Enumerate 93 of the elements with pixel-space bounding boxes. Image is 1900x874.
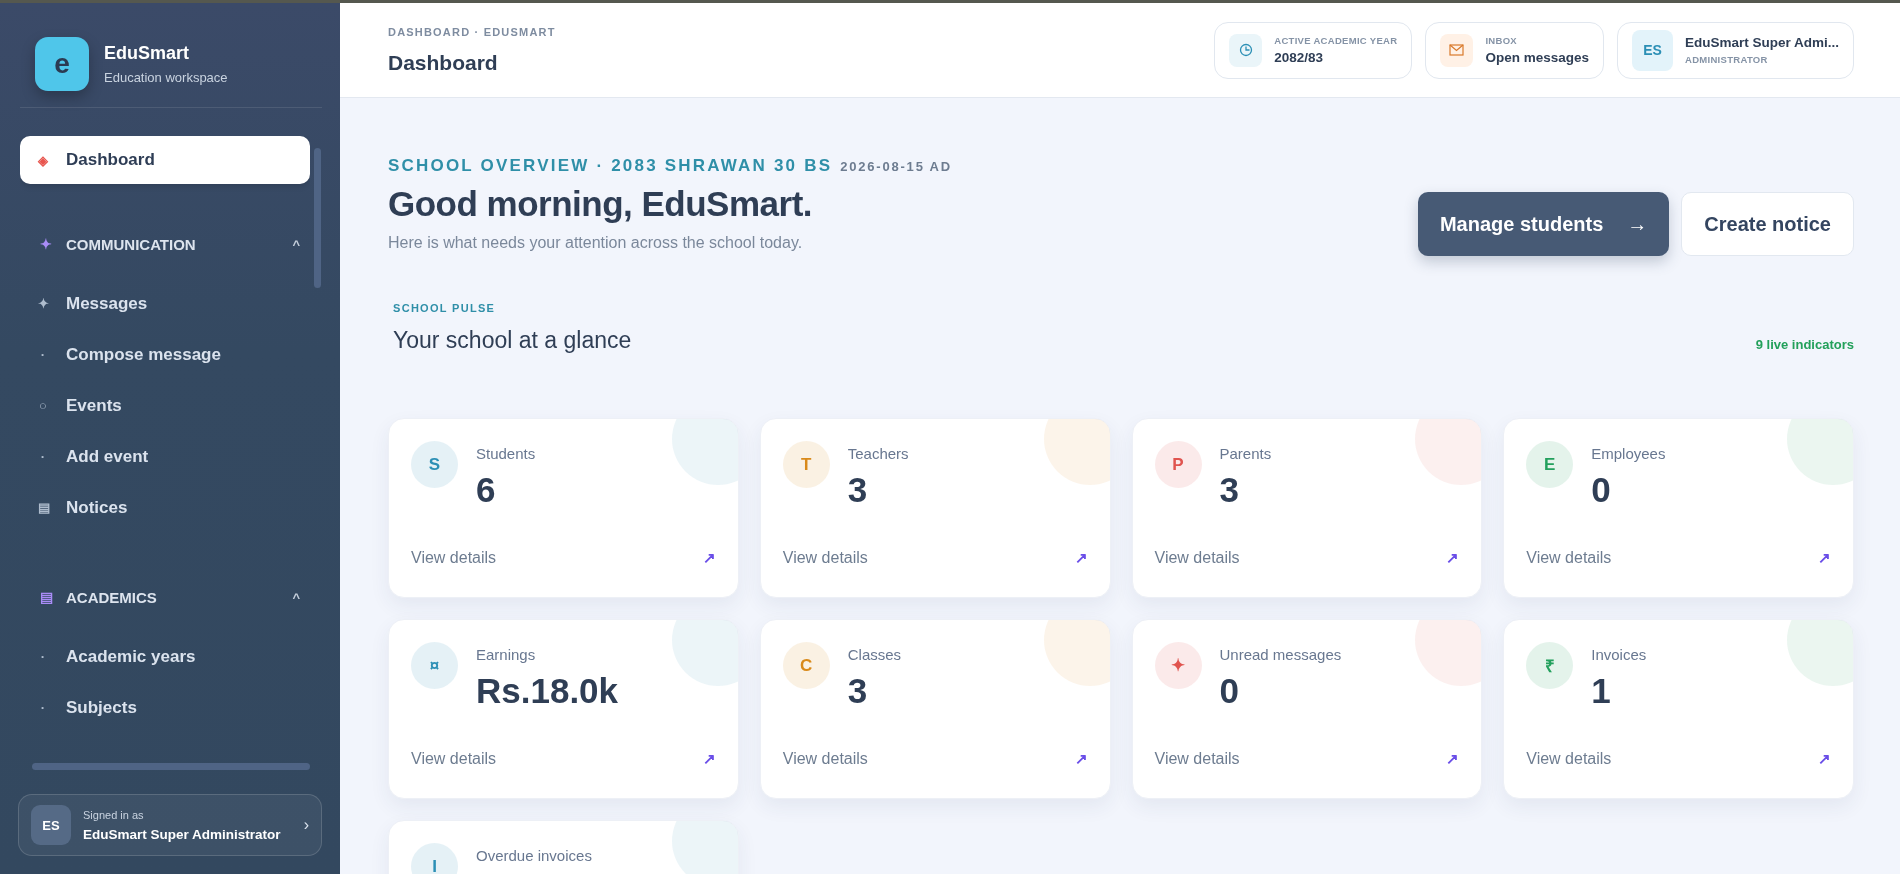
arrow-icon: ↗ — [702, 549, 716, 567]
stat-value: 3 — [1219, 470, 1240, 510]
stat-avatar: E — [1526, 441, 1574, 488]
user-name: EduSmart Super Admi... — [1684, 35, 1839, 50]
chevron-icon: › — [303, 816, 309, 834]
user-menu[interactable]: ES EduSmart Super Admi... ADMINISTRATOR — [1616, 21, 1854, 79]
clock-icon — [1229, 33, 1263, 67]
avatar: ES — [31, 805, 71, 845]
stat-card[interactable]: T Teachers 3 View details ↗ — [759, 418, 1111, 598]
user-card[interactable]: ES Signed in as EduSmart Super Administrator › — [18, 794, 322, 856]
arrow-icon: ↗ — [1446, 750, 1460, 768]
page-title: Dashboard — [388, 50, 499, 75]
greeting-heading: Good morning, EduSmart. — [388, 184, 814, 224]
stat-avatar: ₹ — [1526, 642, 1574, 689]
view-details-link[interactable]: View details — [782, 750, 868, 768]
pill-label: INBOX — [1485, 35, 1518, 46]
sidebar-item[interactable]: ◈ Dashboard — [20, 136, 310, 184]
avatar: ES — [1631, 29, 1673, 71]
stat-label: Parents — [1219, 445, 1272, 462]
view-details-link[interactable]: View details — [1154, 549, 1240, 567]
sidebar-item[interactable]: · Compose message — [20, 329, 310, 380]
sidebar-item[interactable]: ○ Events — [20, 380, 310, 431]
sidebar-item[interactable]: · Subjects — [20, 682, 310, 733]
section-title: Your school at a glance — [393, 327, 632, 354]
section-header[interactable]: ✦ COMMUNICATION ^ — [20, 220, 310, 268]
arrow-icon: ↗ — [1074, 549, 1088, 567]
pill-value: Open messages — [1485, 50, 1589, 65]
sidebar-item[interactable]: · Academic years — [20, 631, 310, 682]
stat-avatar: C — [782, 642, 830, 689]
stat-avatar: I — [411, 843, 458, 874]
live-indicator-count: 9 live indicators — [1755, 337, 1854, 354]
overview-eyebrow: SCHOOL OVERVIEW · 2083 SHRAWAN 30 BS — [388, 156, 833, 176]
stat-label: Classes — [847, 646, 902, 663]
stat-label: Unread messages — [1219, 646, 1342, 663]
stat-label: Students — [476, 445, 536, 462]
stat-avatar: S — [411, 441, 458, 488]
stat-value: 6 — [476, 470, 497, 510]
stat-card[interactable]: I Overdue invoices — [388, 820, 739, 874]
stat-card[interactable]: ₹ Invoices 1 View details ↗ — [1503, 619, 1854, 799]
greeting-subtitle: Here is what needs your attention across the school today. — [388, 234, 804, 252]
logo-icon: e — [35, 37, 89, 91]
arrow-icon: ↗ — [1074, 750, 1088, 768]
arrow-icon: ↗ — [1446, 549, 1460, 567]
view-details-link[interactable]: View details — [1526, 750, 1612, 768]
brand-subtitle: Education workspace — [104, 70, 228, 85]
stat-card[interactable]: ¤ Earnings Rs.18.0k View details ↗ — [388, 619, 739, 799]
user-name: EduSmart Super Administrator — [83, 826, 282, 842]
stat-value: Rs.18.0k — [476, 671, 619, 711]
create-notice-button[interactable]: Create notice — [1681, 192, 1854, 256]
view-details-link[interactable]: View details — [411, 549, 497, 567]
arrow-icon: ↗ — [702, 750, 716, 768]
brand-name: EduSmart — [104, 43, 191, 64]
view-details-link[interactable]: View details — [411, 750, 497, 768]
stat-card[interactable]: E Employees 0 View details ↗ — [1503, 418, 1854, 598]
manage-students-button[interactable]: Manage students → — [1417, 192, 1670, 256]
stat-avatar: ¤ — [411, 642, 458, 689]
stat-label: Overdue invoices — [476, 847, 592, 864]
section-header[interactable]: ▤ ACADEMICS ^ — [20, 573, 310, 621]
sidebar-item[interactable]: · Add event — [20, 431, 310, 482]
stat-label: Teachers — [847, 445, 909, 462]
sidebar-item[interactable]: ▤ Notices — [20, 482, 310, 533]
breadcrumb: DASHBOARD · EDUSMART — [388, 25, 556, 38]
stat-value: 1 — [1591, 671, 1612, 711]
stat-card[interactable]: ✦ Unread messages 0 View details ↗ — [1131, 619, 1483, 799]
stat-value: 0 — [1591, 470, 1612, 510]
stat-label: Earnings — [476, 646, 537, 663]
scrollbar[interactable] — [32, 763, 310, 770]
arrow-icon: ↗ — [1818, 750, 1831, 768]
view-details-link[interactable]: View details — [782, 549, 868, 567]
view-details-link[interactable]: View details — [1526, 549, 1612, 567]
section-eyebrow: SCHOOL PULSE — [393, 302, 497, 314]
stat-label: Employees — [1591, 445, 1666, 462]
stat-value: 3 — [847, 470, 869, 510]
pill-label: ACTIVE ACADEMIC YEAR — [1274, 35, 1398, 46]
academic-year-pill[interactable]: ACTIVE ACADEMIC YEAR 2082/83 — [1214, 21, 1413, 79]
sidebar-item[interactable]: ✦ Messages — [20, 278, 310, 329]
arrow-icon: ↗ — [1818, 549, 1831, 567]
stat-avatar: ✦ — [1154, 642, 1202, 689]
stat-card[interactable]: S Students 6 View details ↗ — [388, 418, 739, 598]
inbox-pill[interactable]: INBOX Open messages — [1425, 21, 1604, 79]
stat-value: 3 — [847, 671, 869, 711]
pill-value: 2082/83 — [1274, 50, 1325, 65]
stat-card[interactable]: P Parents 3 View details ↗ — [1131, 418, 1483, 598]
view-details-link[interactable]: View details — [1154, 750, 1240, 768]
date-label: 2026-08-15 AD — [840, 159, 952, 174]
user-role: ADMINISTRATOR — [1684, 54, 1769, 65]
stat-label: Invoices — [1591, 646, 1647, 663]
stat-avatar: T — [782, 441, 830, 488]
stat-avatar: P — [1154, 441, 1202, 488]
stat-card[interactable]: C Classes 3 View details ↗ — [759, 619, 1111, 799]
signed-in-caption: Signed in as — [83, 808, 145, 821]
stat-value: 0 — [1219, 671, 1240, 711]
mail-icon — [1440, 33, 1474, 67]
